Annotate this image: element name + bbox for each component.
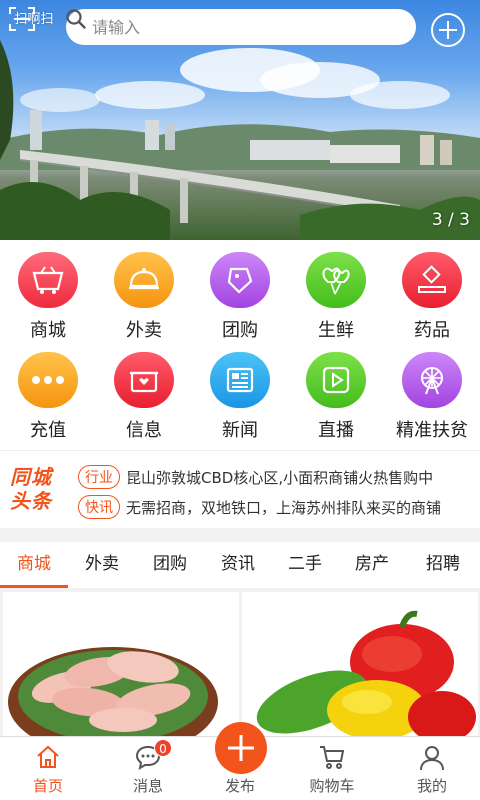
category-mall[interactable]: 商城: [0, 240, 96, 341]
product-list: [0, 588, 480, 742]
headline-text: 无需招商，双地铁口，上海苏州排队来买的商铺: [126, 498, 442, 517]
heart-balloon-icon: [306, 252, 366, 308]
search-input[interactable]: [92, 17, 372, 37]
headlines-logo-line2: 头条: [10, 489, 52, 513]
product-card[interactable]: [242, 592, 478, 742]
tag-icon: [210, 252, 270, 308]
category-live[interactable]: 直播: [288, 340, 384, 441]
local-headlines[interactable]: 同城 头条 行业 昆山弥敦城CBD核心区,小面积商铺火热售购中 快讯 无需招商，…: [0, 450, 480, 528]
category-tabs: 商城 外卖 团购 资讯 二手 房产 招聘: [0, 542, 480, 588]
headline-tag: 行业: [78, 465, 120, 489]
tab-secondhand[interactable]: 二手: [272, 542, 338, 588]
banner-carousel[interactable]: 扫啊扫 3 / 3: [0, 0, 480, 240]
nav-label: 首页: [32, 777, 63, 795]
play-icon: [306, 352, 366, 408]
banner-page-indicator: 3 / 3: [431, 210, 470, 230]
category-recharge[interactable]: 充值: [0, 340, 96, 441]
headline-text: 昆山弥敦城CBD核心区,小面积商铺火热售购中: [126, 468, 434, 487]
product-image-peppers: [256, 610, 476, 742]
tab-groupbuy[interactable]: 团购: [136, 542, 204, 588]
tab-mall[interactable]: 商城: [0, 542, 68, 588]
newspaper-icon: [210, 352, 270, 408]
headline-item[interactable]: 快讯 无需招商，双地铁口，上海苏州排队来买的商铺: [78, 494, 473, 520]
search-bar[interactable]: [66, 9, 416, 45]
nav-profile[interactable]: 我的: [384, 737, 480, 800]
cart-icon: [320, 746, 345, 769]
nav-label: 消息: [132, 777, 163, 795]
headline-tag: 快讯: [78, 495, 120, 519]
nav-cart[interactable]: 购物车: [284, 737, 380, 800]
scan-button[interactable]: 扫啊扫: [8, 6, 60, 56]
tab-takeout[interactable]: 外卖: [68, 542, 136, 588]
tab-news[interactable]: 资讯: [204, 542, 272, 588]
category-label: 外卖: [126, 320, 162, 341]
category-label: 新闻: [222, 420, 258, 441]
category-label: 信息: [126, 420, 162, 441]
publish-plus-button[interactable]: [215, 722, 267, 774]
category-label: 精准扶贫: [396, 420, 468, 441]
category-takeout[interactable]: 外卖: [96, 240, 192, 341]
product-card[interactable]: [3, 592, 239, 742]
tab-realestate[interactable]: 房产: [338, 542, 406, 588]
category-label: 药品: [414, 320, 450, 341]
nav-home[interactable]: 首页: [0, 737, 96, 800]
message-badge: 0: [154, 739, 172, 757]
category-label: 生鲜: [318, 320, 354, 341]
nav-label: 我的: [416, 777, 447, 795]
category-news[interactable]: 新闻: [192, 340, 288, 441]
user-icon: [420, 746, 444, 771]
shopping-basket-icon: [18, 252, 78, 308]
product-image-chicken: [8, 647, 218, 742]
more-dots-icon: [18, 352, 78, 408]
headlines-logo-line1: 同城: [10, 465, 52, 489]
category-label: 商城: [30, 320, 66, 341]
category-groupbuy[interactable]: 团购: [192, 240, 288, 341]
search-icon: [66, 9, 86, 29]
category-label: 直播: [318, 420, 354, 441]
message-box-icon: [114, 352, 174, 408]
food-cloche-icon: [114, 252, 174, 308]
category-poverty-relief[interactable]: 精准扶贫: [384, 340, 480, 441]
scan-icon: [9, 7, 35, 31]
headline-item[interactable]: 行业 昆山弥敦城CBD核心区,小面积商铺火热售购中: [78, 464, 473, 490]
nav-messages[interactable]: 0 消息: [100, 737, 196, 800]
add-button[interactable]: [431, 13, 465, 47]
medicine-box-icon: [402, 252, 462, 308]
tab-jobs[interactable]: 招聘: [406, 542, 480, 588]
category-medicine[interactable]: 药品: [384, 240, 480, 341]
home-icon: [37, 745, 59, 768]
nav-label: 购物车: [309, 777, 355, 795]
ferris-wheel-icon: [402, 352, 462, 408]
category-grid: 商城 外卖 团购 生鲜 药品 充值 信息 新闻 直播 精准扶贫: [0, 240, 480, 450]
nav-label: 发布: [224, 777, 255, 795]
category-label: 充值: [30, 420, 66, 441]
category-info[interactable]: 信息: [96, 340, 192, 441]
headlines-logo: 同城 头条: [10, 465, 64, 515]
category-fresh[interactable]: 生鲜: [288, 240, 384, 341]
category-label: 团购: [222, 320, 258, 341]
